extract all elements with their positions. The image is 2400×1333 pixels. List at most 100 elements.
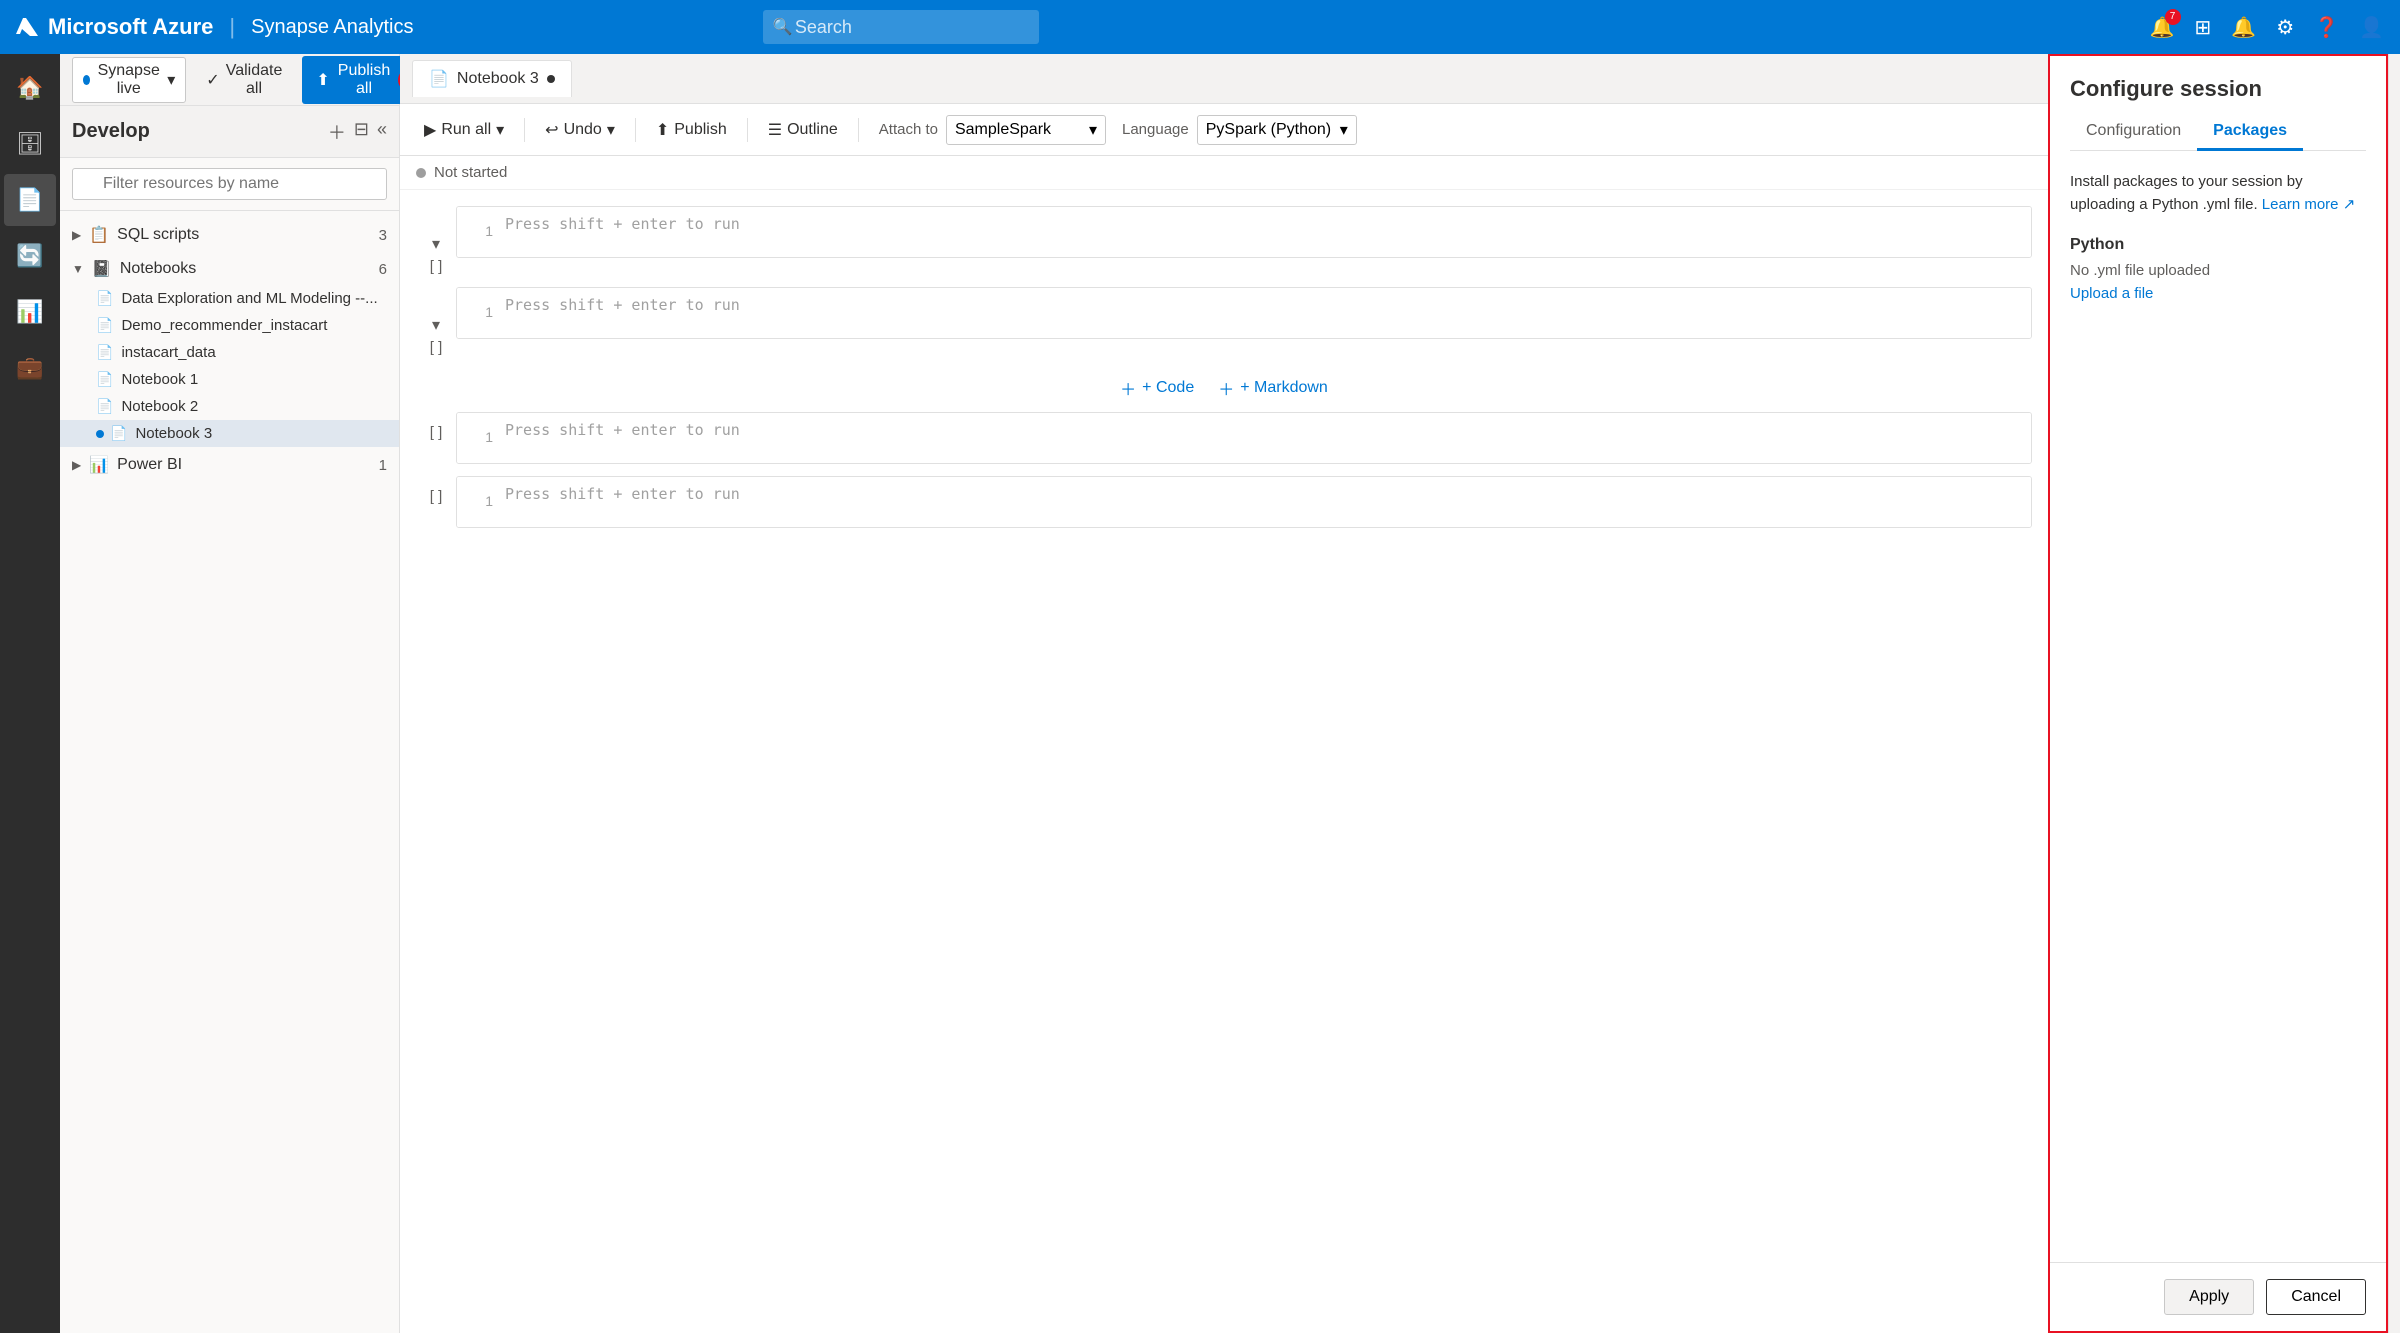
add-markdown-label: + Markdown [1240, 379, 1328, 397]
toolbar-sep-1 [524, 118, 525, 142]
notebooks-count: 6 [379, 261, 387, 278]
tree-group-notebooks-header[interactable]: ▼ 📓 Notebooks 6 [60, 253, 399, 285]
cell-body-2[interactable]: 1 Press shift + enter to run [456, 287, 2032, 339]
publish-label: Publish [674, 121, 726, 139]
sql-scripts-count: 3 [379, 227, 387, 244]
learn-more-link[interactable]: Learn more ↗ [2262, 196, 2355, 213]
notebook-item-label-3: Notebook 1 [121, 371, 198, 388]
cell-content-4: 1 Press shift + enter to run [457, 477, 2031, 527]
notebook-item-4[interactable]: 📄 Notebook 2 [60, 393, 399, 420]
cell-gutter-3: [ ] [416, 412, 456, 441]
notebook-item-label-2: instacart_data [121, 344, 215, 361]
powerbi-label: Power BI [117, 456, 182, 474]
cell-bracket-3: [ ] [430, 424, 443, 441]
close-sidebar-icon[interactable]: « [377, 119, 387, 145]
search-input[interactable] [763, 10, 1039, 44]
attach-to-dropdown[interactable]: SampleSpark ▾ [946, 115, 1106, 145]
run-icon: ▶ [424, 120, 436, 140]
notebook-item-1[interactable]: 📄 Demo_recommender_instacart [60, 312, 399, 339]
top-navigation: Microsoft Azure | Synapse Analytics 🔍 🔔 … [0, 0, 2400, 54]
sub-sidebar: Synapse live ▾ ✓ Validate all ⬆ Publish … [60, 54, 400, 1333]
user-icon[interactable]: 👤 [2359, 15, 2384, 40]
filter-box: 🔍 [60, 158, 399, 211]
outline-button[interactable]: ☰ Outline [760, 116, 846, 144]
powerbi-count: 1 [379, 457, 387, 474]
cell-body-4[interactable]: 1 Press shift + enter to run [456, 476, 2032, 528]
notebook-tab-bar: 📄 Notebook 3 [400, 54, 2048, 104]
tree-group-powerbi-header[interactable]: ▶ 📊 Power BI 1 [60, 449, 399, 481]
notebook-status-label: Not started [434, 164, 507, 181]
notebook-item-icon-0: 📄 [96, 290, 113, 307]
apply-button[interactable]: Apply [2164, 1279, 2254, 1315]
synapse-live-button[interactable]: Synapse live ▾ [72, 57, 186, 103]
search-icon: 🔍 [773, 17, 793, 37]
validate-all-label: Validate all [226, 62, 283, 98]
powerbi-icon: 📊 [89, 455, 109, 475]
undo-button[interactable]: ↩ Undo ▾ [537, 116, 623, 144]
config-panel-header: Configure session Configuration Packages [2050, 56, 2386, 151]
notebook-cells: ▶ ▾ [ ] 1 Press shift + enter to run ▶ ▾… [400, 190, 2048, 1333]
notebook-item-0[interactable]: 📄 Data Exploration and ML Modeling --... [60, 285, 399, 312]
notebook-item-label-0: Data Exploration and ML Modeling --... [121, 290, 377, 307]
sidebar-item-monitor[interactable]: 📊 [4, 286, 56, 338]
alert-icon[interactable]: 🔔 [2231, 15, 2256, 40]
settings-icon[interactable]: ⚙ [2276, 15, 2294, 40]
filter-wrapper: 🔍 [72, 168, 387, 200]
config-panel-footer: Apply Cancel [2050, 1262, 2386, 1331]
notifications-icon[interactable]: 🔔 7 [2150, 15, 2175, 40]
sidebar-item-integrate[interactable]: 🔄 [4, 230, 56, 282]
language-label: Language [1122, 121, 1189, 138]
notebook-item-3[interactable]: 📄 Notebook 1 [60, 366, 399, 393]
notebook-tab-3[interactable]: 📄 Notebook 3 [412, 60, 572, 97]
cell-collapse-icon-1[interactable]: ▾ [432, 234, 440, 254]
outline-icon: ☰ [768, 120, 782, 140]
notebook-status-bar: Not started [400, 156, 2048, 190]
sidebar-item-develop[interactable]: 📄 [4, 174, 56, 226]
synapse-live-dot [83, 75, 90, 85]
cell-body-1[interactable]: 1 Press shift + enter to run [456, 206, 2032, 258]
help-icon[interactable]: ❓ [2314, 15, 2339, 40]
scroll-indicator[interactable] [2388, 54, 2400, 1333]
upload-file-link[interactable]: Upload a file [2070, 285, 2153, 302]
cell-collapse-icon-2[interactable]: ▾ [432, 315, 440, 335]
config-tab-configuration[interactable]: Configuration [2070, 114, 2197, 151]
add-code-button[interactable]: ＋ + Code [1120, 376, 1194, 400]
notebook-item-2[interactable]: 📄 instacart_data [60, 339, 399, 366]
grid-icon[interactable]: ⊞ [2195, 15, 2212, 40]
notification-badge: 7 [2165, 9, 2181, 25]
cell-line-4: 1 [469, 485, 493, 519]
cell-4: [ ] 1 Press shift + enter to run [416, 476, 2032, 528]
status-dot-icon [416, 168, 426, 178]
add-markdown-button[interactable]: ＋ + Markdown [1218, 376, 1328, 400]
language-dropdown[interactable]: PySpark (Python) ▾ [1197, 115, 1357, 145]
configure-session-panel: Configure session Configuration Packages… [2048, 54, 2388, 1333]
outline-label: Outline [787, 121, 838, 139]
publish-button[interactable]: ⬆ Publish [648, 116, 735, 144]
run-all-chevron-icon: ▾ [496, 120, 504, 140]
validate-all-button[interactable]: ✓ Validate all [198, 58, 290, 102]
notebook-item-icon-2: 📄 [96, 344, 113, 361]
run-all-button[interactable]: ▶ Run all ▾ [416, 116, 512, 144]
filter-input[interactable] [72, 168, 387, 200]
cell-line-2: 1 [469, 296, 493, 330]
cell-hint-3: Press shift + enter to run [505, 421, 740, 455]
sidebar-item-manage[interactable]: 💼 [4, 342, 56, 394]
run-all-label: Run all [441, 121, 491, 139]
notebook-item-icon-4: 📄 [96, 398, 113, 415]
cell-gutter-1: ▶ ▾ [ ] [416, 206, 456, 275]
cancel-button[interactable]: Cancel [2266, 1279, 2366, 1315]
config-tab-packages[interactable]: Packages [2197, 114, 2303, 151]
cell-bracket-4: [ ] [430, 488, 443, 505]
add-resource-icon[interactable]: ＋ [328, 119, 346, 145]
notebook-item-5[interactable]: 📄 Notebook 3 [60, 420, 399, 447]
synapse-live-label: Synapse live [96, 62, 161, 98]
main-content: 📄 Notebook 3 ▶ Run all ▾ ↩ Undo ▾ ⬆ Publ… [400, 54, 2048, 1333]
sidebar-item-data[interactable]: 🗄 [4, 118, 56, 170]
notebook-item-label-4: Notebook 2 [121, 398, 198, 415]
toolbar-sep-2 [635, 118, 636, 142]
tree-group-sql-header[interactable]: ▶ 📋 SQL scripts 3 [60, 219, 399, 251]
cell-body-3[interactable]: 1 Press shift + enter to run [456, 412, 2032, 464]
collapse-all-icon[interactable]: ⊟ [354, 119, 369, 145]
sidebar-item-home[interactable]: 🏠 [4, 62, 56, 114]
sub-sidebar-toolbar: Develop ＋ ⊟ « [60, 106, 399, 158]
